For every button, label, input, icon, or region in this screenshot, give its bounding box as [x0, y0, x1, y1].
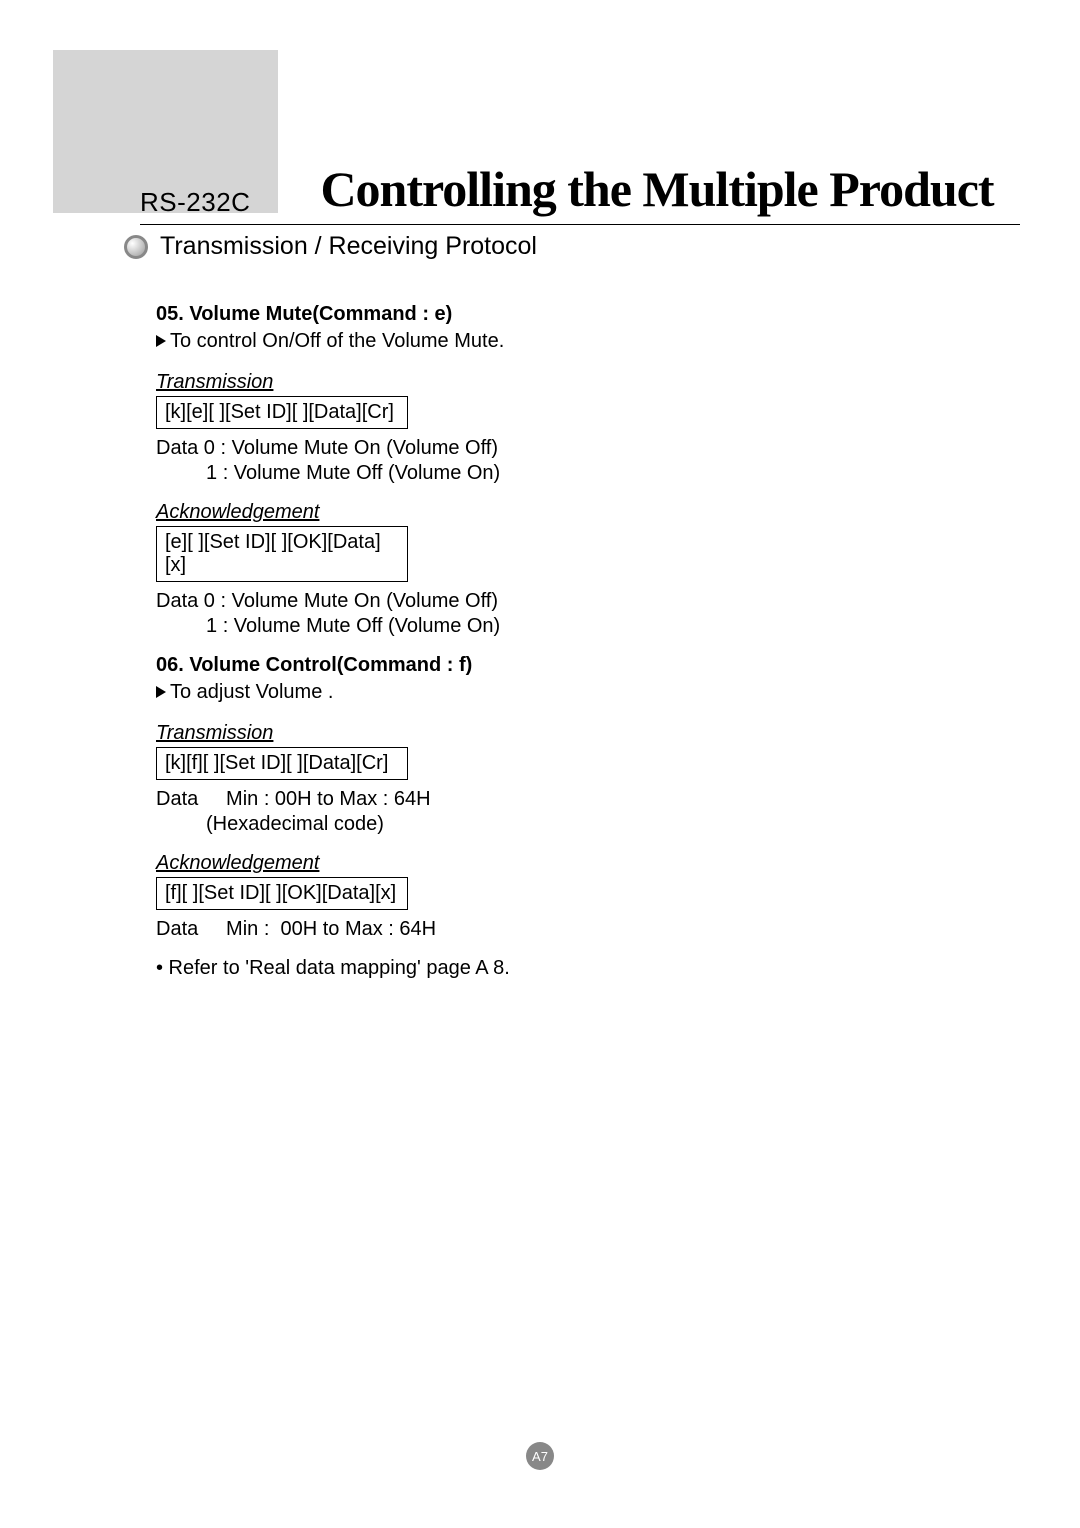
page-number-badge: A7 — [526, 1442, 554, 1470]
data-line: Data Min : 00H to Max : 64H — [156, 918, 994, 941]
command-section-05: 05. Volume Mute(Command : e) To control … — [156, 303, 994, 638]
subheading-row: Transmission / Receiving Protocol — [124, 232, 994, 261]
section-description: To adjust Volume . — [156, 681, 994, 704]
arrow-icon — [156, 686, 166, 698]
section-description: To control On/Off of the Volume Mute. — [156, 330, 994, 353]
page-content: Transmission / Receiving Protocol 05. Vo… — [124, 232, 994, 996]
data-line: 1 : Volume Mute Off (Volume On) — [156, 615, 994, 638]
transmission-label: Transmission — [156, 371, 994, 394]
transmission-data-block: Data Min : 00H to Max : 64H (Hexadecimal… — [156, 788, 994, 836]
acknowledgement-code-box: [f][ ][Set ID][ ][OK][Data][x] — [156, 877, 408, 910]
header-label: RS-232C — [140, 187, 250, 218]
section-title: 05. Volume Mute(Command : e) — [156, 303, 994, 326]
section-subheading: Transmission / Receiving Protocol — [160, 232, 537, 261]
acknowledgement-data-block: Data Min : 00H to Max : 64H — [156, 918, 994, 941]
acknowledgement-code-box: [e][ ][Set ID][ ][OK][Data][x] — [156, 526, 408, 582]
data-line: (Hexadecimal code) — [156, 813, 994, 836]
transmission-data-block: Data 0 : Volume Mute On (Volume Off) 1 :… — [156, 437, 994, 485]
transmission-code-box: [k][f][ ][Set ID][ ][Data][Cr] — [156, 747, 408, 780]
transmission-label: Transmission — [156, 722, 994, 745]
description-text: To control On/Off of the Volume Mute. — [170, 330, 504, 352]
acknowledgement-label: Acknowledgement — [156, 852, 994, 875]
data-line: 1 : Volume Mute Off (Volume On) — [156, 462, 994, 485]
page-header: RS-232C Controlling the Multiple Product — [140, 160, 1020, 225]
header-title: Controlling the Multiple Product — [320, 160, 993, 218]
data-line: Data 0 : Volume Mute On (Volume Off) — [156, 590, 994, 613]
section-title: 06. Volume Control(Command : f) — [156, 654, 994, 677]
description-text: To adjust Volume . — [170, 681, 333, 703]
data-line: Data 0 : Volume Mute On (Volume Off) — [156, 437, 994, 460]
arrow-icon — [156, 335, 166, 347]
command-section-06: 06. Volume Control(Command : f) To adjus… — [156, 654, 994, 980]
transmission-code-box: [k][e][ ][Set ID][ ][Data][Cr] — [156, 396, 408, 429]
acknowledgement-label: Acknowledgement — [156, 501, 994, 524]
acknowledgement-data-block: Data 0 : Volume Mute On (Volume Off) 1 :… — [156, 590, 994, 638]
data-line: Data Min : 00H to Max : 64H — [156, 788, 994, 811]
bullet-icon — [124, 235, 148, 259]
note-line: • Refer to 'Real data mapping' page A 8. — [156, 957, 994, 980]
